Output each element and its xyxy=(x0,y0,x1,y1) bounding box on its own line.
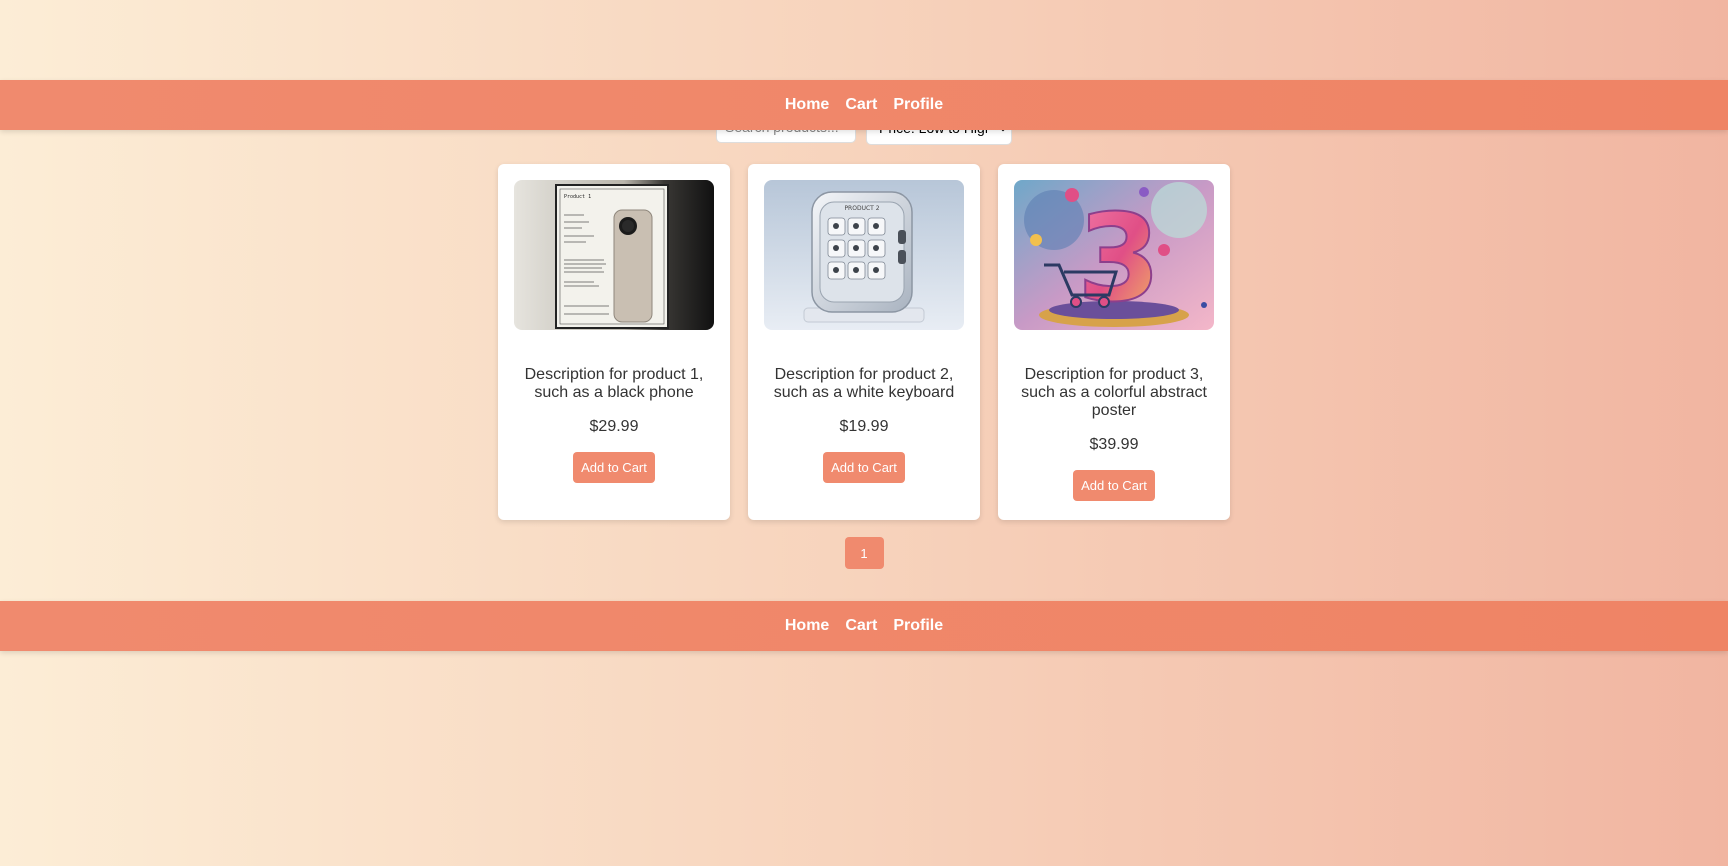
product-card: PRODUCT 2 Description for product 2, suc… xyxy=(748,164,980,520)
nav-link-cart[interactable]: Cart xyxy=(845,96,877,114)
nav-link-home[interactable]: Home xyxy=(785,96,829,114)
add-to-cart-button[interactable]: Add to Cart xyxy=(1073,470,1155,501)
product-description: Description for product 3, such as a col… xyxy=(1021,366,1207,419)
footer-link-profile[interactable]: Profile xyxy=(893,617,943,635)
product-image-keyboard: PRODUCT 2 xyxy=(764,180,964,330)
product-card: 3 Description for product 3, such as a c… xyxy=(998,164,1230,520)
product-description: Description for product 1, such as a bla… xyxy=(524,366,704,401)
add-to-cart-button[interactable]: Add to Cart xyxy=(823,452,905,483)
pagination: 1 xyxy=(0,537,1728,569)
product-price: $29.99 xyxy=(589,418,639,435)
product-image-phone: Product 1 xyxy=(514,180,714,330)
footer-navbar: Home Cart Profile xyxy=(0,601,1728,651)
product-card: Product 1 Description for product 1, suc… xyxy=(498,164,730,520)
top-navbar: Home Cart Profile xyxy=(0,80,1728,130)
product-grid: Product 1 Description for product 1, suc… xyxy=(0,164,1728,520)
footer-link-cart[interactable]: Cart xyxy=(845,617,877,635)
page-button-1[interactable]: 1 xyxy=(844,537,884,569)
product-price: $19.99 xyxy=(839,418,889,435)
product-image-label: Product 1 xyxy=(564,194,591,200)
product-image-label: PRODUCT 2 xyxy=(844,205,879,212)
add-to-cart-button[interactable]: Add to Cart xyxy=(573,452,655,483)
product-price: $39.99 xyxy=(1089,436,1139,453)
product-description: Description for product 2, such as a whi… xyxy=(773,366,955,401)
footer-link-home[interactable]: Home xyxy=(785,617,829,635)
nav-link-profile[interactable]: Profile xyxy=(893,96,943,114)
product-image-poster: 3 xyxy=(1014,180,1214,330)
product-image-label: 3 xyxy=(1077,190,1161,329)
